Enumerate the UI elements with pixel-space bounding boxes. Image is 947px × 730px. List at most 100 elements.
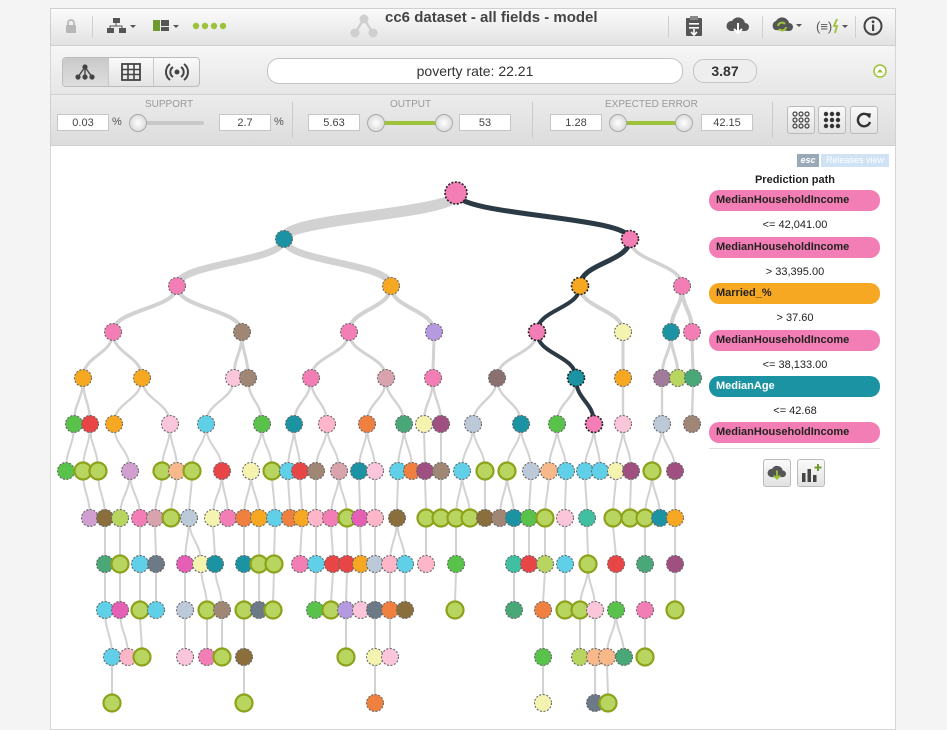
tree-node[interactable] xyxy=(555,554,575,574)
tree-node[interactable] xyxy=(212,461,232,481)
tree-node[interactable] xyxy=(463,414,483,434)
tree-node[interactable] xyxy=(103,322,123,342)
tree-node[interactable] xyxy=(533,693,553,713)
tree-node[interactable] xyxy=(652,368,672,388)
prediction-path-field[interactable]: MedianHouseholdIncome xyxy=(709,422,880,443)
tree-node[interactable] xyxy=(73,368,93,388)
tree-node[interactable] xyxy=(305,600,325,620)
tree-node[interactable] xyxy=(376,368,396,388)
tree-node[interactable] xyxy=(290,461,310,481)
tree-node[interactable] xyxy=(179,508,199,528)
tree-node[interactable] xyxy=(665,554,685,574)
tree-node[interactable] xyxy=(306,554,326,574)
tree-node[interactable] xyxy=(130,554,150,574)
tree-node[interactable] xyxy=(620,229,640,249)
tree-node[interactable] xyxy=(577,508,597,528)
tree-node[interactable] xyxy=(613,414,633,434)
tree-leaf-node[interactable] xyxy=(598,693,618,713)
tree-node[interactable] xyxy=(504,600,524,620)
tree-node[interactable] xyxy=(167,276,187,296)
tree-node[interactable] xyxy=(423,368,443,388)
tree-node[interactable] xyxy=(672,276,692,296)
tree-node[interactable] xyxy=(290,554,310,574)
tree-node[interactable] xyxy=(238,368,258,388)
tree-node[interactable] xyxy=(395,554,415,574)
tree-node[interactable] xyxy=(682,414,702,434)
tree-node[interactable] xyxy=(682,322,702,342)
tree-node[interactable] xyxy=(665,461,685,481)
tree-leaf-node[interactable] xyxy=(212,647,232,667)
tree-node[interactable] xyxy=(585,600,605,620)
tree-node[interactable] xyxy=(635,600,655,620)
tree-node[interactable] xyxy=(661,322,681,342)
prediction-path-field[interactable]: Married_% xyxy=(709,283,880,304)
esc-badge[interactable]: esc xyxy=(797,154,819,167)
tree-node[interactable] xyxy=(160,414,180,434)
tree-node[interactable] xyxy=(284,414,304,434)
tree-node[interactable] xyxy=(521,461,541,481)
tree-node[interactable] xyxy=(444,181,468,205)
tree-node[interactable] xyxy=(487,368,507,388)
tree-node[interactable] xyxy=(104,414,124,434)
tree-leaf-node[interactable] xyxy=(264,554,284,574)
tree-node[interactable] xyxy=(175,554,195,574)
tree-node[interactable] xyxy=(80,414,100,434)
tree-node[interactable] xyxy=(301,368,321,388)
tree-node[interactable] xyxy=(665,508,685,528)
tree-node[interactable] xyxy=(613,322,633,342)
tree-node[interactable] xyxy=(416,554,436,574)
tree-node[interactable] xyxy=(102,647,122,667)
tree-node[interactable] xyxy=(381,276,401,296)
tree-node[interactable] xyxy=(56,461,76,481)
tree-leaf-node[interactable] xyxy=(182,461,202,481)
tree-leaf-node[interactable] xyxy=(535,508,555,528)
tree-node[interactable] xyxy=(597,647,617,667)
tree-node[interactable] xyxy=(556,461,576,481)
tree-node[interactable] xyxy=(306,461,326,481)
tree-node[interactable] xyxy=(132,368,152,388)
tree-leaf-node[interactable] xyxy=(130,600,150,620)
tree-leaf-node[interactable] xyxy=(445,600,465,620)
tree-node[interactable] xyxy=(146,554,166,574)
tree-node[interactable] xyxy=(635,554,655,574)
tree-leaf-node[interactable] xyxy=(497,461,517,481)
tree-node[interactable] xyxy=(175,600,195,620)
tree-node[interactable] xyxy=(613,368,633,388)
add-chart-button[interactable] xyxy=(797,459,825,487)
tree-node[interactable] xyxy=(606,600,626,620)
tree-leaf-node[interactable] xyxy=(161,508,181,528)
tree-leaf-node[interactable] xyxy=(110,554,130,574)
tree-node[interactable] xyxy=(431,414,451,434)
tree-node[interactable] xyxy=(415,461,435,481)
tree-node[interactable] xyxy=(218,508,238,528)
tree-node[interactable] xyxy=(196,414,216,434)
tree-node[interactable] xyxy=(683,368,703,388)
tree-node[interactable] xyxy=(317,414,337,434)
tree-node[interactable] xyxy=(146,600,166,620)
tree-leaf-node[interactable] xyxy=(635,647,655,667)
prediction-path-field[interactable]: MedianHouseholdIncome xyxy=(709,330,880,351)
tree-node[interactable] xyxy=(321,508,341,528)
tree-node[interactable] xyxy=(566,368,586,388)
tree-leaf-node[interactable] xyxy=(336,647,356,667)
tree-node[interactable] xyxy=(120,461,140,481)
tree-node[interactable] xyxy=(535,554,555,574)
tree-node[interactable] xyxy=(621,461,641,481)
tree-node[interactable] xyxy=(249,508,269,528)
tree-node[interactable] xyxy=(555,508,575,528)
prediction-path-field[interactable]: MedianAge xyxy=(709,376,880,397)
tree-node[interactable] xyxy=(205,554,225,574)
tree-node[interactable] xyxy=(145,508,165,528)
tree-leaf-node[interactable] xyxy=(578,554,598,574)
tree-node[interactable] xyxy=(380,647,400,667)
tree-node[interactable] xyxy=(533,600,553,620)
tree-node[interactable] xyxy=(547,414,567,434)
tree-node[interactable] xyxy=(395,600,415,620)
tree-node[interactable] xyxy=(424,322,444,342)
tree-node[interactable] xyxy=(365,693,385,713)
tree-node[interactable] xyxy=(539,461,559,481)
tree-node[interactable] xyxy=(394,414,414,434)
tree-node[interactable] xyxy=(614,647,634,667)
prediction-path-field[interactable]: MedianHouseholdIncome xyxy=(709,237,880,258)
tree-node[interactable] xyxy=(274,229,294,249)
